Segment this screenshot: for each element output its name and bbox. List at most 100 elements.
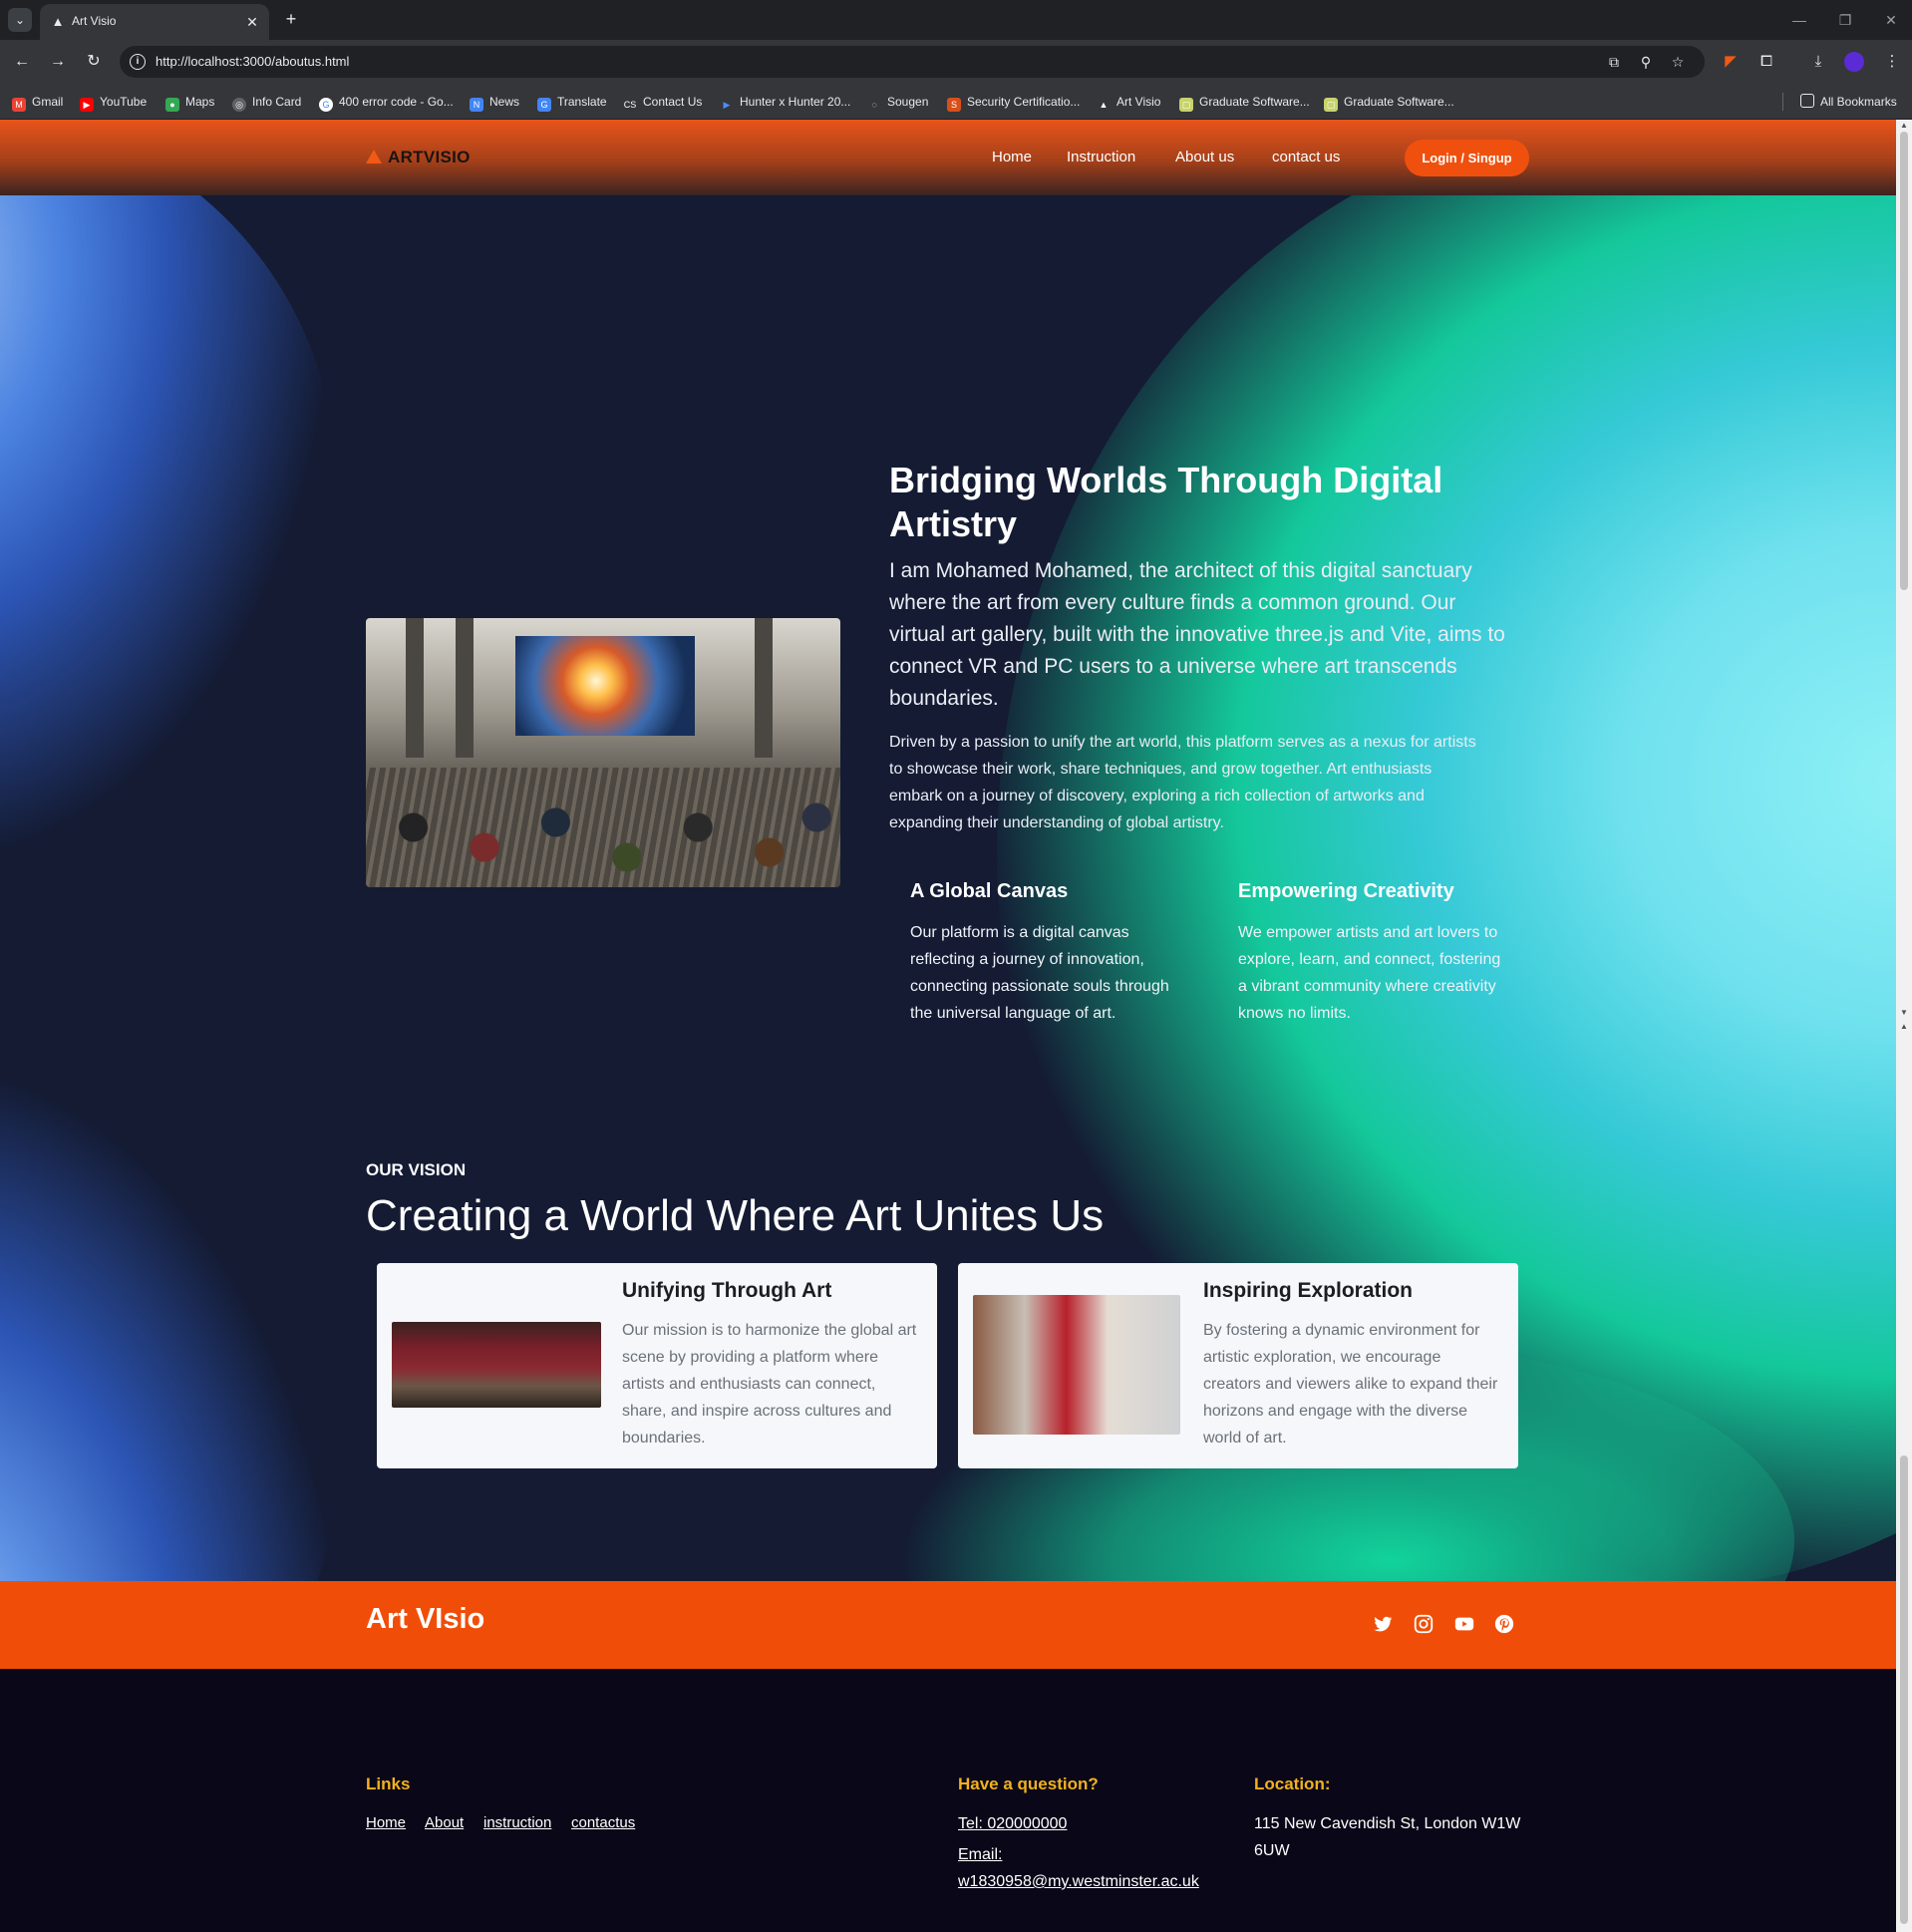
bookmark-graduate-1[interactable]: ▢ Graduate Software... [1179, 93, 1310, 112]
bookmark-art-visio[interactable]: ▲ Art Visio [1097, 93, 1160, 112]
address-bar[interactable]: i http://localhost:3000/aboutus.html ⧉ ⚲… [120, 46, 1705, 78]
scroll-thumb[interactable] [1900, 132, 1908, 590]
nav-instruction[interactable]: Instruction [1067, 149, 1135, 165]
footer-link-about[interactable]: About [425, 1814, 464, 1831]
footer-link-instruction[interactable]: instruction [483, 1814, 551, 1831]
browser-chrome: ⌄ ▲ Art Visio ✕ + — ❐ ✕ ← → ↻ i http://l… [0, 0, 1912, 120]
bookmark-gmail[interactable]: M Gmail [12, 93, 63, 112]
footer: Links Home About instruction contactus H… [0, 1669, 1896, 1932]
vision-card-unifying: Unifying Through Art Our mission is to h… [377, 1263, 937, 1468]
bookmark-security[interactable]: S Security Certificatio... [947, 93, 1080, 112]
vision-card-text: Our mission is to harmonize the global a… [622, 1322, 917, 1447]
visitors-image [973, 1295, 1180, 1435]
vision-kicker: OUR VISION [366, 1160, 467, 1179]
minimize-icon[interactable]: — [1784, 8, 1814, 32]
globe-icon: ◎ [232, 98, 246, 112]
window-close-icon[interactable]: ✕ [1876, 8, 1906, 32]
bookmark-youtube[interactable]: ▶ YouTube [80, 93, 147, 112]
bookmark-translate[interactable]: G Translate [537, 93, 607, 112]
bookmark-news[interactable]: N News [470, 93, 519, 112]
nav-about-us[interactable]: About us [1175, 149, 1234, 165]
menu-kebab-icon[interactable]: ⋮ [1880, 50, 1904, 74]
footer-brand: Art VIsio [366, 1603, 485, 1635]
scroll-up-icon[interactable]: ▲ [1896, 1021, 1912, 1033]
page-viewport: ARTVISIO Home Instruction About us conta… [0, 120, 1896, 1932]
google-icon: G [319, 98, 333, 112]
graduate-icon: ▢ [1179, 98, 1193, 112]
twitter-icon[interactable] [1372, 1613, 1394, 1635]
background-glow-blue-top [0, 195, 339, 873]
footer-email-label[interactable]: Email: [958, 1841, 1002, 1868]
gallery-hall-image [392, 1322, 601, 1408]
translate-icon: G [537, 98, 551, 112]
feature-title-empowering-creativity: Empowering Creativity [1238, 880, 1454, 902]
image-artwork-screen [515, 636, 695, 736]
vision-card-title: Unifying Through Art [622, 1279, 832, 1302]
scroll-down-icon[interactable]: ▼ [1896, 1007, 1912, 1019]
site-navbar: ARTVISIO Home Instruction About us conta… [0, 120, 1896, 195]
login-signup-button[interactable]: Login / Singup [1405, 140, 1529, 176]
all-bookmarks[interactable]: All Bookmarks [1800, 93, 1897, 111]
tab-strip: ⌄ ▲ Art Visio ✕ + — ❐ ✕ [0, 0, 1912, 40]
instagram-icon[interactable] [1413, 1613, 1434, 1635]
news-icon: N [470, 98, 483, 112]
image-column [406, 618, 424, 758]
vision-card-text: By fostering a dynamic environment for a… [1203, 1322, 1498, 1447]
footer-links-heading: Links [366, 1774, 411, 1793]
extension-icon[interactable]: ◤ [1719, 50, 1743, 74]
reload-icon[interactable]: ↻ [82, 50, 106, 74]
tab-close-icon[interactable]: ✕ [243, 13, 261, 31]
url-text[interactable]: http://localhost:3000/aboutus.html [156, 54, 349, 69]
about-hero-image [366, 618, 840, 887]
page-scrollbar[interactable]: ▲ ▼ ▲ [1896, 120, 1912, 1932]
nav-home[interactable]: Home [992, 149, 1032, 165]
tab-art-visio[interactable]: ▲ Art Visio ✕ [40, 4, 269, 40]
bookmark-hunter[interactable]: ▶ Hunter x Hunter 20... [720, 93, 850, 112]
sougen-icon: ◌ [867, 98, 881, 112]
vision-card-title: Inspiring Exploration [1203, 1279, 1414, 1302]
bookmark-info-card[interactable]: ◎ Info Card [232, 93, 301, 112]
security-icon: S [947, 98, 961, 112]
maps-icon: ● [165, 98, 179, 112]
image-audience [366, 788, 840, 887]
footer-email-link[interactable]: w1830958@my.westminster.ac.uk [958, 1868, 1199, 1895]
tab-title: Art Visio [72, 14, 117, 28]
browser-toolbar: ← → ↻ i http://localhost:3000/aboutus.ht… [0, 40, 1912, 84]
bookmark-maps[interactable]: ● Maps [165, 93, 214, 112]
site-info-icon[interactable]: i [130, 54, 146, 70]
back-icon[interactable]: ← [10, 50, 34, 74]
bookmark-400-error[interactable]: G 400 error code - Go... [319, 93, 454, 112]
bookmarks-bar: M Gmail ▶ YouTube ● Maps ◎ Info Card G 400 er… [0, 84, 1912, 120]
tab-search-icon[interactable]: ⌄ [8, 8, 32, 32]
bookmark-star-icon[interactable]: ☆ [1669, 53, 1687, 71]
profile-avatar[interactable] [1844, 52, 1864, 72]
nav-contact-us[interactable]: contact us [1272, 149, 1340, 165]
scroll-up-icon[interactable]: ▲ [1896, 120, 1912, 132]
bookmark-separator [1782, 93, 1783, 111]
feature-text-global-canvas: Our platform is a digital canvas reflect… [910, 924, 1169, 1022]
feature-text-empowering-creativity: We empower artists and art lovers to exp… [1238, 924, 1501, 1022]
feature-title-global-canvas: A Global Canvas [910, 880, 1069, 902]
bookmark-contact-us[interactable]: CS Contact Us [623, 93, 702, 112]
zoom-icon[interactable]: ⚲ [1637, 53, 1655, 71]
forward-icon[interactable]: → [46, 50, 70, 74]
gmail-icon: M [12, 98, 26, 112]
site-logo[interactable]: ARTVISIO [366, 148, 471, 167]
bookmark-graduate-2[interactable]: ▢ Graduate Software... [1324, 93, 1454, 112]
scroll-thumb[interactable] [1900, 1455, 1908, 1924]
extensions-puzzle-icon[interactable]: ⧠ [1754, 50, 1778, 74]
footer-link-home[interactable]: Home [366, 1814, 406, 1831]
restore-icon[interactable]: ❐ [1830, 8, 1860, 32]
open-in-app-icon[interactable]: ⧉ [1605, 53, 1623, 71]
bookmark-sougen[interactable]: ◌ Sougen [867, 93, 928, 112]
download-icon[interactable]: ⤓ [1806, 50, 1830, 74]
new-tab-icon[interactable]: + [279, 8, 303, 32]
youtube-icon: ▶ [80, 98, 94, 112]
pinterest-icon[interactable] [1493, 1613, 1515, 1635]
footer-location-text: 115 New Cavendish St, London W1W 6UW [1254, 1815, 1521, 1859]
hunter-icon: ▶ [720, 98, 734, 112]
footer-tel-link[interactable]: Tel: 020000000 [958, 1810, 1067, 1837]
youtube-icon[interactable] [1453, 1613, 1475, 1635]
footer-link-contactus[interactable]: contactus [571, 1814, 635, 1831]
about-body-paragraph: Driven by a passion to unify the art wor… [889, 734, 1476, 831]
